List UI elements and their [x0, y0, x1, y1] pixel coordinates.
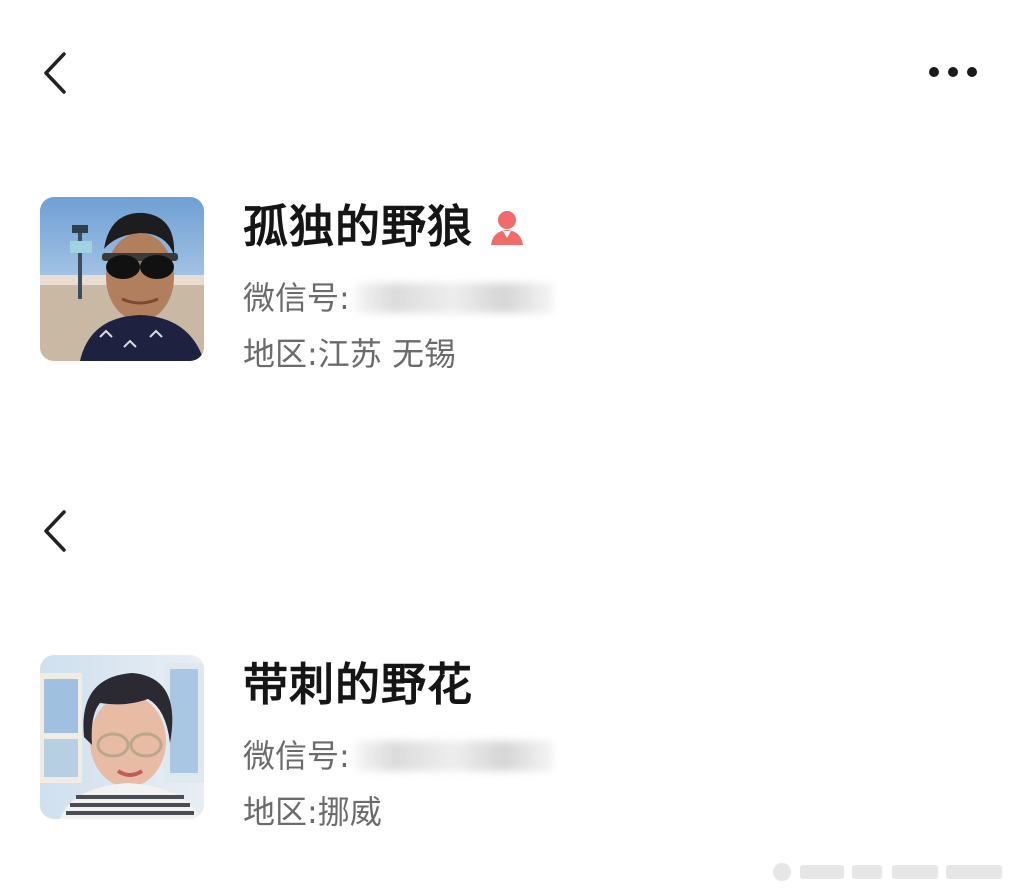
- region-label: 地区:: [243, 793, 318, 831]
- region-label: 地区:: [243, 335, 318, 373]
- more-options-button[interactable]: [922, 56, 984, 88]
- back-button[interactable]: [38, 506, 78, 556]
- region-value: 江苏 无锡: [317, 335, 456, 373]
- wechat-id-label: 微信号:: [243, 279, 350, 317]
- watermark: [770, 859, 1010, 885]
- profile-card: 带刺的野花 微信号: 地区: 挪威: [40, 655, 740, 855]
- chevron-left-icon: [44, 510, 66, 552]
- profile-name: 带刺的野花: [243, 658, 474, 711]
- profile-name: 孤独的野狼: [243, 200, 474, 253]
- more-horizontal-icon: [929, 67, 977, 77]
- back-button[interactable]: [38, 48, 78, 98]
- wechat-id-value-blurred: [353, 741, 554, 771]
- avatar[interactable]: [40, 197, 204, 361]
- wechat-id-row: 微信号:: [243, 275, 554, 321]
- region-row: 地区: 江苏 无锡: [243, 331, 456, 377]
- wechat-id-value-blurred: [353, 283, 554, 313]
- wechat-id-row: 微信号:: [243, 733, 554, 779]
- avatar[interactable]: [40, 655, 204, 819]
- female-icon: [487, 207, 527, 247]
- profile-card: 孤独的野狼 微信号: 地区: 江苏 无锡: [40, 197, 740, 397]
- wechat-id-label: 微信号:: [243, 737, 350, 775]
- chevron-left-icon: [44, 52, 66, 94]
- region-value: 挪威: [317, 793, 382, 831]
- region-row: 地区: 挪威: [243, 789, 382, 835]
